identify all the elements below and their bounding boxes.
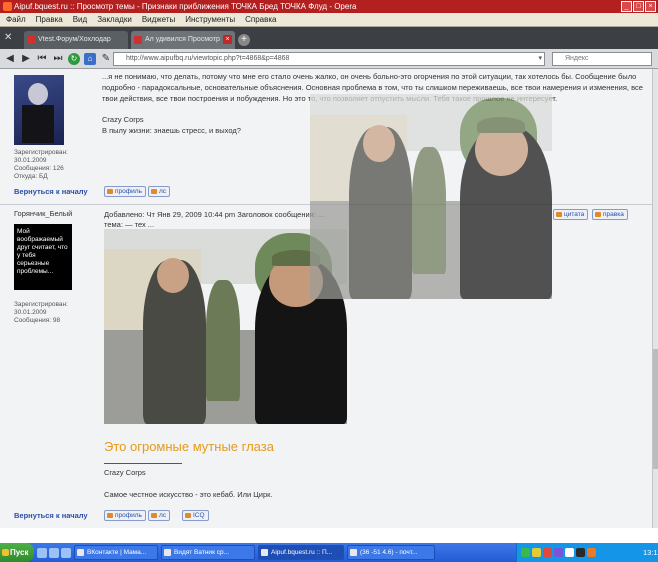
wrench-icon[interactable]: ✕ [4, 32, 18, 44]
site-icon [134, 36, 142, 44]
tab-label: Vtest.Форум/Хохлодар [38, 36, 111, 43]
post1-author-column: Зарегистрирован: 30.01.2009 Сообщения: 1… [10, 73, 96, 181]
navigation-bar: ◀ ▶ ⏮ ⏭ ↻ ⌂ ✎ http://www.aipufbq.ru/view… [0, 49, 658, 69]
menu-bar: Файл Правка Вид Закладки Виджеты Инструм… [0, 13, 658, 27]
menu-bookmarks[interactable]: Закладки [97, 13, 132, 26]
scrollbar-thumb[interactable] [653, 349, 658, 469]
chevron-down-icon[interactable]: ▾ [538, 53, 542, 65]
minimize-button[interactable]: _ [621, 1, 632, 12]
url-text: http://www.aipufbq.ru/viewtopic.php?t=48… [126, 55, 290, 62]
menu-tools[interactable]: Инструменты [185, 13, 235, 26]
menu-help[interactable]: Справка [245, 13, 276, 26]
taskbar-item-4[interactable]: (36 -51 4.6) - почт... [347, 545, 435, 560]
maximize-button[interactable]: □ [633, 1, 644, 12]
taskbar-item-3[interactable]: Aipuf.bquest.ru :: П... [258, 545, 344, 560]
pm-button-2[interactable]: лс [148, 510, 171, 521]
edit-icon[interactable]: ✎ [100, 53, 112, 65]
taskbar: Пуск ВКонтакте | Мама... Видят Ватник ср… [0, 543, 658, 562]
post1-user-info: Зарегистрирован: 30.01.2009 Сообщения: 1… [14, 149, 68, 180]
tray-icon-green[interactable] [521, 548, 530, 557]
new-tab-button[interactable]: + [238, 34, 250, 46]
system-tray: 13:11 [516, 543, 658, 562]
rewind-icon[interactable]: ⏮ [36, 53, 48, 65]
pm-button[interactable]: лс [148, 186, 171, 197]
opera-icon [3, 2, 12, 11]
tray-icon-white[interactable] [565, 548, 574, 557]
post2-signature-line: Самое честное искусство - это кебаб. Или… [104, 490, 273, 499]
window-title: Aipuf.bquest.ru :: Просмотр темы - Призн… [14, 2, 357, 11]
close-button[interactable]: × [645, 1, 656, 12]
search-placeholder: Яндекс [565, 55, 589, 62]
signature-separator [104, 463, 182, 464]
avatar [14, 75, 64, 145]
taskbar-item-2[interactable]: Видят Ватник ср... [161, 545, 255, 560]
profile-button[interactable]: профиль [104, 186, 146, 197]
reload-icon[interactable]: ↻ [68, 52, 80, 65]
start-button[interactable]: Пуск [0, 543, 34, 562]
post2-username[interactable]: Горянчик_Белый [14, 209, 72, 218]
search-input[interactable]: Яндекс [552, 52, 652, 66]
window-controls: _ □ × [621, 1, 656, 12]
tray-icon-purple[interactable] [554, 548, 563, 557]
browser-icon[interactable] [37, 547, 47, 558]
menu-edit[interactable]: Правка [36, 13, 63, 26]
taskbar-item-1[interactable]: ВКонтакте | Мама... [74, 545, 158, 560]
address-field[interactable]: http://www.aipufbq.ru/viewtopic.php?t=48… [113, 52, 545, 66]
clock: 13:11 [643, 548, 658, 557]
post2-user-info: Зарегистрирован: 30.01.2009 Сообщения: 9… [14, 301, 68, 324]
folder-icon[interactable] [49, 547, 59, 558]
menu-file[interactable]: Файл [6, 13, 26, 26]
close-tab-icon[interactable]: × [223, 35, 232, 44]
back-icon[interactable]: ◀ [4, 53, 16, 65]
edit-button[interactable]: правка [592, 209, 628, 220]
back-to-top-link-2[interactable]: Вернуться к началу [14, 511, 88, 520]
menu-widgets[interactable]: Виджеты [142, 13, 175, 26]
tray-icon-dark[interactable] [576, 548, 585, 557]
page-content: Зарегистрирован: 30.01.2009 Сообщения: 1… [0, 69, 652, 528]
tab-1[interactable]: Vtest.Форум/Хохлодар [24, 31, 128, 49]
tray-icon-red[interactable] [543, 548, 552, 557]
window-title-bar: Aipuf.bquest.ru :: Просмотр темы - Призн… [0, 0, 658, 13]
floating-image-preview [310, 94, 552, 299]
vertical-scrollbar[interactable] [652, 69, 658, 528]
tab-label: Ал удивился Просмотр [145, 36, 220, 43]
tab-bar: ✕ Vtest.Форум/Хохлодар Ал удивился Просм… [0, 27, 658, 49]
back-to-top-link[interactable]: Вернуться к началу [14, 187, 88, 196]
post2-avatar-text: Мой воображаемый друг считает, что у теб… [14, 224, 72, 290]
media-icon[interactable] [61, 547, 71, 558]
quick-launch [37, 547, 71, 558]
menu-view[interactable]: Вид [73, 13, 87, 26]
tray-icon-orange[interactable] [587, 548, 596, 557]
fast-forward-icon[interactable]: ⏭ [52, 53, 64, 65]
forward-icon[interactable]: ▶ [20, 53, 32, 65]
profile-button-2[interactable]: профиль [104, 510, 146, 521]
quote-button[interactable]: цитата [553, 209, 589, 220]
icq-button[interactable]: ICQ [182, 510, 209, 521]
tab-2[interactable]: Ал удивился Просмотр × [131, 31, 235, 49]
home-icon[interactable]: ⌂ [84, 52, 96, 65]
post2-large-text: Это огромные мутные глаза [104, 439, 274, 454]
site-icon [27, 36, 35, 44]
tray-icon-yellow[interactable] [532, 548, 541, 557]
post2-signature-name: Crazy Corps [104, 468, 146, 477]
